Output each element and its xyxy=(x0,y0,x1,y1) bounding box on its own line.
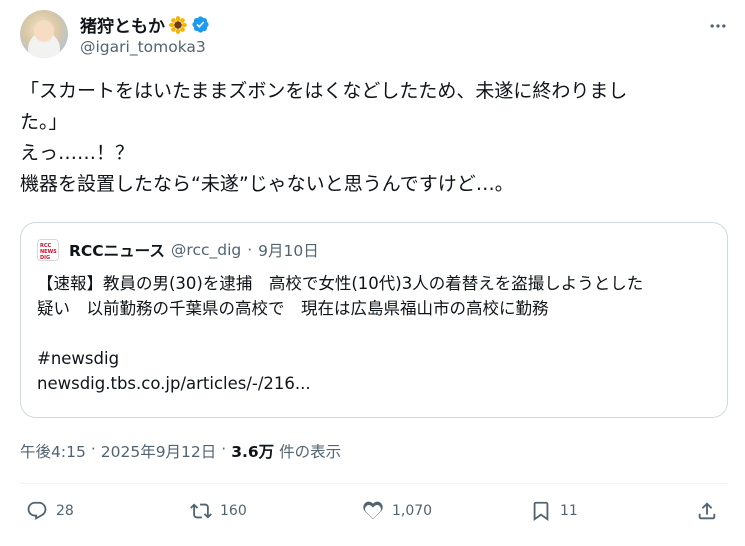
quoted-date[interactable]: 9月10日 xyxy=(258,239,319,261)
more-options-button[interactable] xyxy=(706,14,730,38)
author-name-row: 猪狩ともか xyxy=(80,12,210,37)
tweet-meta: 午後4:15 · 2025年9月12日 · 3.6万 件の表示 xyxy=(20,440,341,462)
reply-icon xyxy=(27,501,47,520)
more-dots-icon xyxy=(710,24,726,28)
reply-button[interactable]: 28 xyxy=(26,500,74,522)
retweet-icon xyxy=(190,503,212,519)
quoted-hashtag[interactable]: #newsdig xyxy=(37,346,717,371)
view-count[interactable]: 3.6万 xyxy=(231,443,274,461)
reply-count: 28 xyxy=(56,503,74,519)
like-count: 1,070 xyxy=(392,503,433,519)
author-handle[interactable]: @igari_tomoka3 xyxy=(80,38,206,56)
avatar[interactable] xyxy=(20,10,68,58)
rcc-news-logo-icon: RCC NEWS DIG xyxy=(37,239,59,261)
quoted-tweet-card[interactable]: RCC NEWS DIG RCCニュース @rcc_dig · 9月10日 【速… xyxy=(20,222,728,418)
quoted-link[interactable]: newsdig.tbs.co.jp/articles/-/216... xyxy=(37,371,717,396)
tweet-date[interactable]: 2025年9月12日 xyxy=(101,440,217,462)
bookmark-icon xyxy=(533,501,549,522)
like-button[interactable]: 1,070 xyxy=(362,500,432,522)
divider xyxy=(20,483,728,484)
tweet-time[interactable]: 午後4:15 xyxy=(20,440,86,462)
tweet-text: 「スカートをはいたままズボンをはくなどしたため、未遂に終わりまし た。」 えっ…… xyxy=(20,76,720,200)
quoted-tweet-body: 【速報】教員の男(30)を逮捕 高校で女性(10代)3人の着替えを盗撮しようとし… xyxy=(37,271,717,396)
tweet-line: た。」 xyxy=(20,111,68,133)
share-icon xyxy=(698,502,716,520)
retweet-button[interactable]: 160 xyxy=(190,500,247,522)
bookmark-button[interactable]: 11 xyxy=(530,500,578,522)
quoted-line: 疑い 以前勤務の千葉県の高校で 現在は広島県福山市の高校に勤務 xyxy=(37,299,549,318)
retweet-count: 160 xyxy=(220,503,247,519)
tweet-line: えっ……！？ xyxy=(20,142,135,164)
meta-separator: · xyxy=(221,440,227,458)
quoted-spacer xyxy=(37,321,717,346)
sunflower-icon xyxy=(169,15,187,34)
bookmark-count: 11 xyxy=(560,503,578,519)
verified-badge-icon xyxy=(192,16,209,33)
tweet-header: 猪狩ともか @igari_tomoka3 xyxy=(20,6,730,62)
rcc-logo-text: RCC NEWS DIG xyxy=(40,243,57,261)
tweet-line: 「スカートをはいたままズボンをはくなどしたため、未遂に終わりまし xyxy=(20,80,628,102)
quoted-line: 【速報】教員の男(30)を逮捕 高校で女性(10代)3人の着替えを盗撮しようとし… xyxy=(37,274,644,293)
quoted-separator: · xyxy=(247,241,253,259)
share-button[interactable] xyxy=(696,500,718,522)
heart-icon xyxy=(363,501,383,520)
quoted-tweet-header: RCC NEWS DIG RCCニュース @rcc_dig · 9月10日 xyxy=(37,239,319,261)
quoted-source-name[interactable]: RCCニュース xyxy=(69,239,165,261)
display-name[interactable]: 猪狩ともか xyxy=(80,12,165,37)
meta-separator: · xyxy=(90,440,96,458)
quoted-source-handle[interactable]: @rcc_dig xyxy=(171,241,241,259)
tweet-line: 機器を設置したなら“未遂”じゃないと思うんですけど…。 xyxy=(20,173,514,195)
view-label: 件の表示 xyxy=(279,443,342,461)
action-bar: 28 160 1,070 11 xyxy=(24,500,724,534)
